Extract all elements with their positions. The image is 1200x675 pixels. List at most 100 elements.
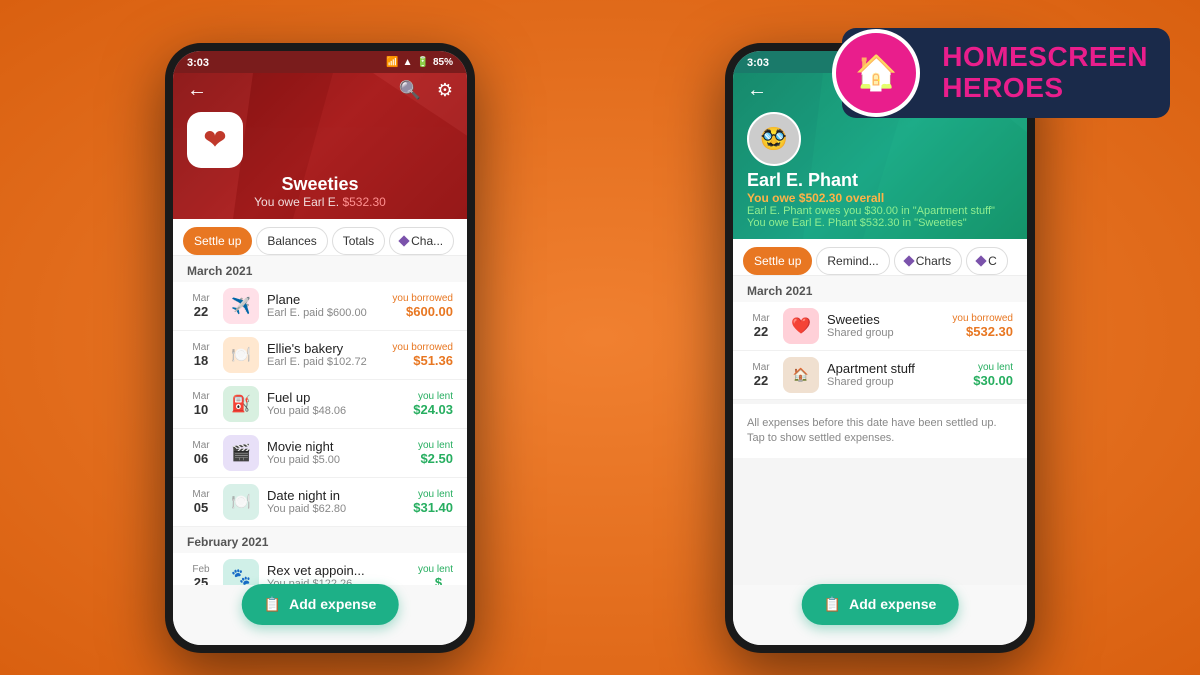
phone1-header-icons: 🔍 ⚙ — [398, 80, 453, 101]
table-row[interactable]: Mar06 🎬 Movie night You paid $5.00 you l… — [173, 429, 467, 478]
phone1-group-name: Sweeties — [187, 174, 453, 195]
expense-sub: Shared group — [827, 327, 944, 339]
expense-amount: $30.00 — [973, 373, 1013, 388]
phone2-back-button[interactable]: ← — [747, 79, 767, 102]
phone2-tab-more[interactable]: C — [966, 247, 1008, 275]
expense-type: you borrowed — [392, 342, 453, 353]
phone1-screen: 3:03 📶 ▲ 🔋 85% ← — [173, 51, 467, 645]
phone2-screen: 3:03 📶 ▲ 🔋 85% ← — [733, 51, 1027, 645]
expense-name: Rex vet appoin... — [267, 563, 410, 578]
phone2-tab-charts[interactable]: Charts — [894, 247, 962, 275]
phone2-detail2: You owe Earl E. Phant $532.30 in "Sweeti… — [747, 217, 1013, 229]
expense-date: Mar06 — [187, 440, 215, 466]
expense-name: Date night in — [267, 488, 405, 503]
phone2: 3:03 📶 ▲ 🔋 85% ← — [725, 43, 1035, 653]
chart-diamond-icon2 — [903, 255, 914, 266]
hero-logo-circle: 🏠 — [832, 29, 920, 117]
expense-date: Mar22 — [747, 362, 775, 388]
phone1-back-button[interactable]: ← — [187, 79, 207, 102]
expense-amount: $31.40 — [413, 500, 453, 515]
table-row[interactable]: Mar22 ❤️ Sweeties Shared group you borro… — [733, 302, 1027, 351]
expense-amount-box: you lent $30.00 — [973, 362, 1013, 388]
expense-amount: $... — [418, 575, 453, 585]
expense-info: Rex vet appoin... You paid $122.26 — [267, 563, 410, 585]
avatar-emoji: 🥸 — [760, 126, 787, 152]
phone1-tab-settle[interactable]: Settle up — [183, 227, 252, 255]
phone1-tab-charts[interactable]: Cha... — [389, 227, 454, 255]
expense-amount: $600.00 — [392, 304, 453, 319]
phone1-status-icons: 📶 ▲ 🔋 85% — [386, 57, 453, 68]
expense-payer: You paid $62.80 — [267, 503, 405, 515]
phone2-tab-bar: Settle up Remind... Charts C — [733, 239, 1027, 276]
expense-date: Mar05 — [187, 489, 215, 515]
phone1-add-expense-button[interactable]: 📋 Add expense — [242, 584, 399, 625]
phone1-settings-icon[interactable]: ⚙ — [437, 80, 453, 101]
expense-icon: 🍽️ — [223, 337, 259, 373]
expense-amount: $24.03 — [413, 402, 453, 417]
table-row[interactable]: Mar22 🏠 Apartment stuff Shared group you… — [733, 351, 1027, 400]
table-row[interactable]: Mar18 🍽️ Ellie's bakery Earl E. paid $10… — [173, 331, 467, 380]
expense-info: Fuel up You paid $48.06 — [267, 390, 405, 417]
hero-title: HOMESCREEN HEROES — [942, 42, 1148, 104]
expense-date: Mar22 — [187, 293, 215, 319]
expense-payer: You paid $48.06 — [267, 405, 405, 417]
phone1-wifi-icon: ▲ — [403, 57, 413, 68]
phone1-status-bar: 3:03 📶 ▲ 🔋 85% — [173, 51, 467, 73]
phone1-time: 3:03 — [187, 57, 209, 69]
phone2-settled-note[interactable]: All expenses before this date have been … — [733, 404, 1027, 459]
expense-amount-box: you lent $31.40 — [413, 489, 453, 515]
expense-date: Feb25 — [187, 564, 215, 585]
phone1-tab-bar: Settle up Balances Totals Cha... — [173, 219, 467, 256]
expense-name: Apartment stuff — [827, 361, 965, 376]
table-row[interactable]: Mar10 ⛽ Fuel up You paid $48.06 you lent… — [173, 380, 467, 429]
phone1-tab-totals[interactable]: Totals — [332, 227, 385, 255]
phone2-friend-name: Earl E. Phant — [747, 170, 1013, 191]
expense-name: Sweeties — [827, 312, 944, 327]
expense-amount-box: you lent $... — [418, 564, 453, 585]
phone1-battery-pct: 85% — [433, 57, 453, 68]
phone1-expense-list: March 2021 Mar22 ✈️ Plane Earl E. paid $… — [173, 256, 467, 585]
phone2-tab-settle[interactable]: Settle up — [743, 247, 812, 275]
expense-type: you lent — [418, 440, 453, 451]
expense-icon: ✈️ — [223, 288, 259, 324]
heart-icon: ❤ — [203, 123, 226, 156]
phone2-fab-area: 📋 Add expense — [733, 585, 1027, 645]
table-row[interactable]: Mar22 ✈️ Plane Earl E. paid $600.00 you … — [173, 282, 467, 331]
phone2-expense-list: March 2021 Mar22 ❤️ Sweeties Shared grou… — [733, 276, 1027, 585]
table-row[interactable]: Mar05 🍽️ Date night in You paid $62.80 y… — [173, 478, 467, 527]
phone1-month-feb: February 2021 — [173, 527, 467, 553]
phone1-app-logo: ❤ — [187, 112, 243, 168]
expense-payer: You paid $5.00 — [267, 454, 410, 466]
expense-amount-box: you lent $24.03 — [413, 391, 453, 417]
settled-text: All expenses before this date have been … — [747, 416, 1013, 447]
expense-info: Apartment stuff Shared group — [827, 361, 965, 388]
expense-amount: $51.36 — [392, 353, 453, 368]
expense-date: Mar18 — [187, 342, 215, 368]
expense-icon: ⛽ — [223, 386, 259, 422]
phone1: 3:03 📶 ▲ 🔋 85% ← — [165, 43, 475, 653]
expense-icon: 🐾 — [223, 559, 259, 585]
expense-type: you borrowed — [392, 293, 453, 304]
phone2-tab-remind[interactable]: Remind... — [816, 247, 889, 275]
scene: 3:03 📶 ▲ 🔋 85% ← — [0, 0, 1200, 675]
expense-type: you borrowed — [952, 313, 1013, 324]
expense-type: you lent — [413, 391, 453, 402]
hero-house-icon: 🏠 — [855, 53, 897, 93]
expense-info: Date night in You paid $62.80 — [267, 488, 405, 515]
expense-amount-box: you borrowed $532.30 — [952, 313, 1013, 339]
expense-type: you lent — [413, 489, 453, 500]
chart-diamond-icon — [398, 235, 409, 246]
expense-icon: 🏠 — [783, 357, 819, 393]
expense-amount-box: you lent $2.50 — [418, 440, 453, 466]
table-row[interactable]: Feb25 🐾 Rex vet appoin... You paid $122.… — [173, 553, 467, 585]
phone1-owe-text: You owe Earl E. $532.30 — [187, 195, 453, 209]
expense-amount: $532.30 — [952, 324, 1013, 339]
phone1-search-icon[interactable]: 🔍 — [398, 80, 420, 101]
expense-type: you lent — [973, 362, 1013, 373]
phone1-tab-balances[interactable]: Balances — [256, 227, 327, 255]
phone2-month-march: March 2021 — [733, 276, 1027, 302]
phone1-month-march: March 2021 — [173, 256, 467, 282]
phone1-fab-area: 📋 Add expense — [173, 585, 467, 645]
phone2-add-expense-button[interactable]: 📋 Add expense — [802, 584, 959, 625]
expense-date: Mar10 — [187, 391, 215, 417]
